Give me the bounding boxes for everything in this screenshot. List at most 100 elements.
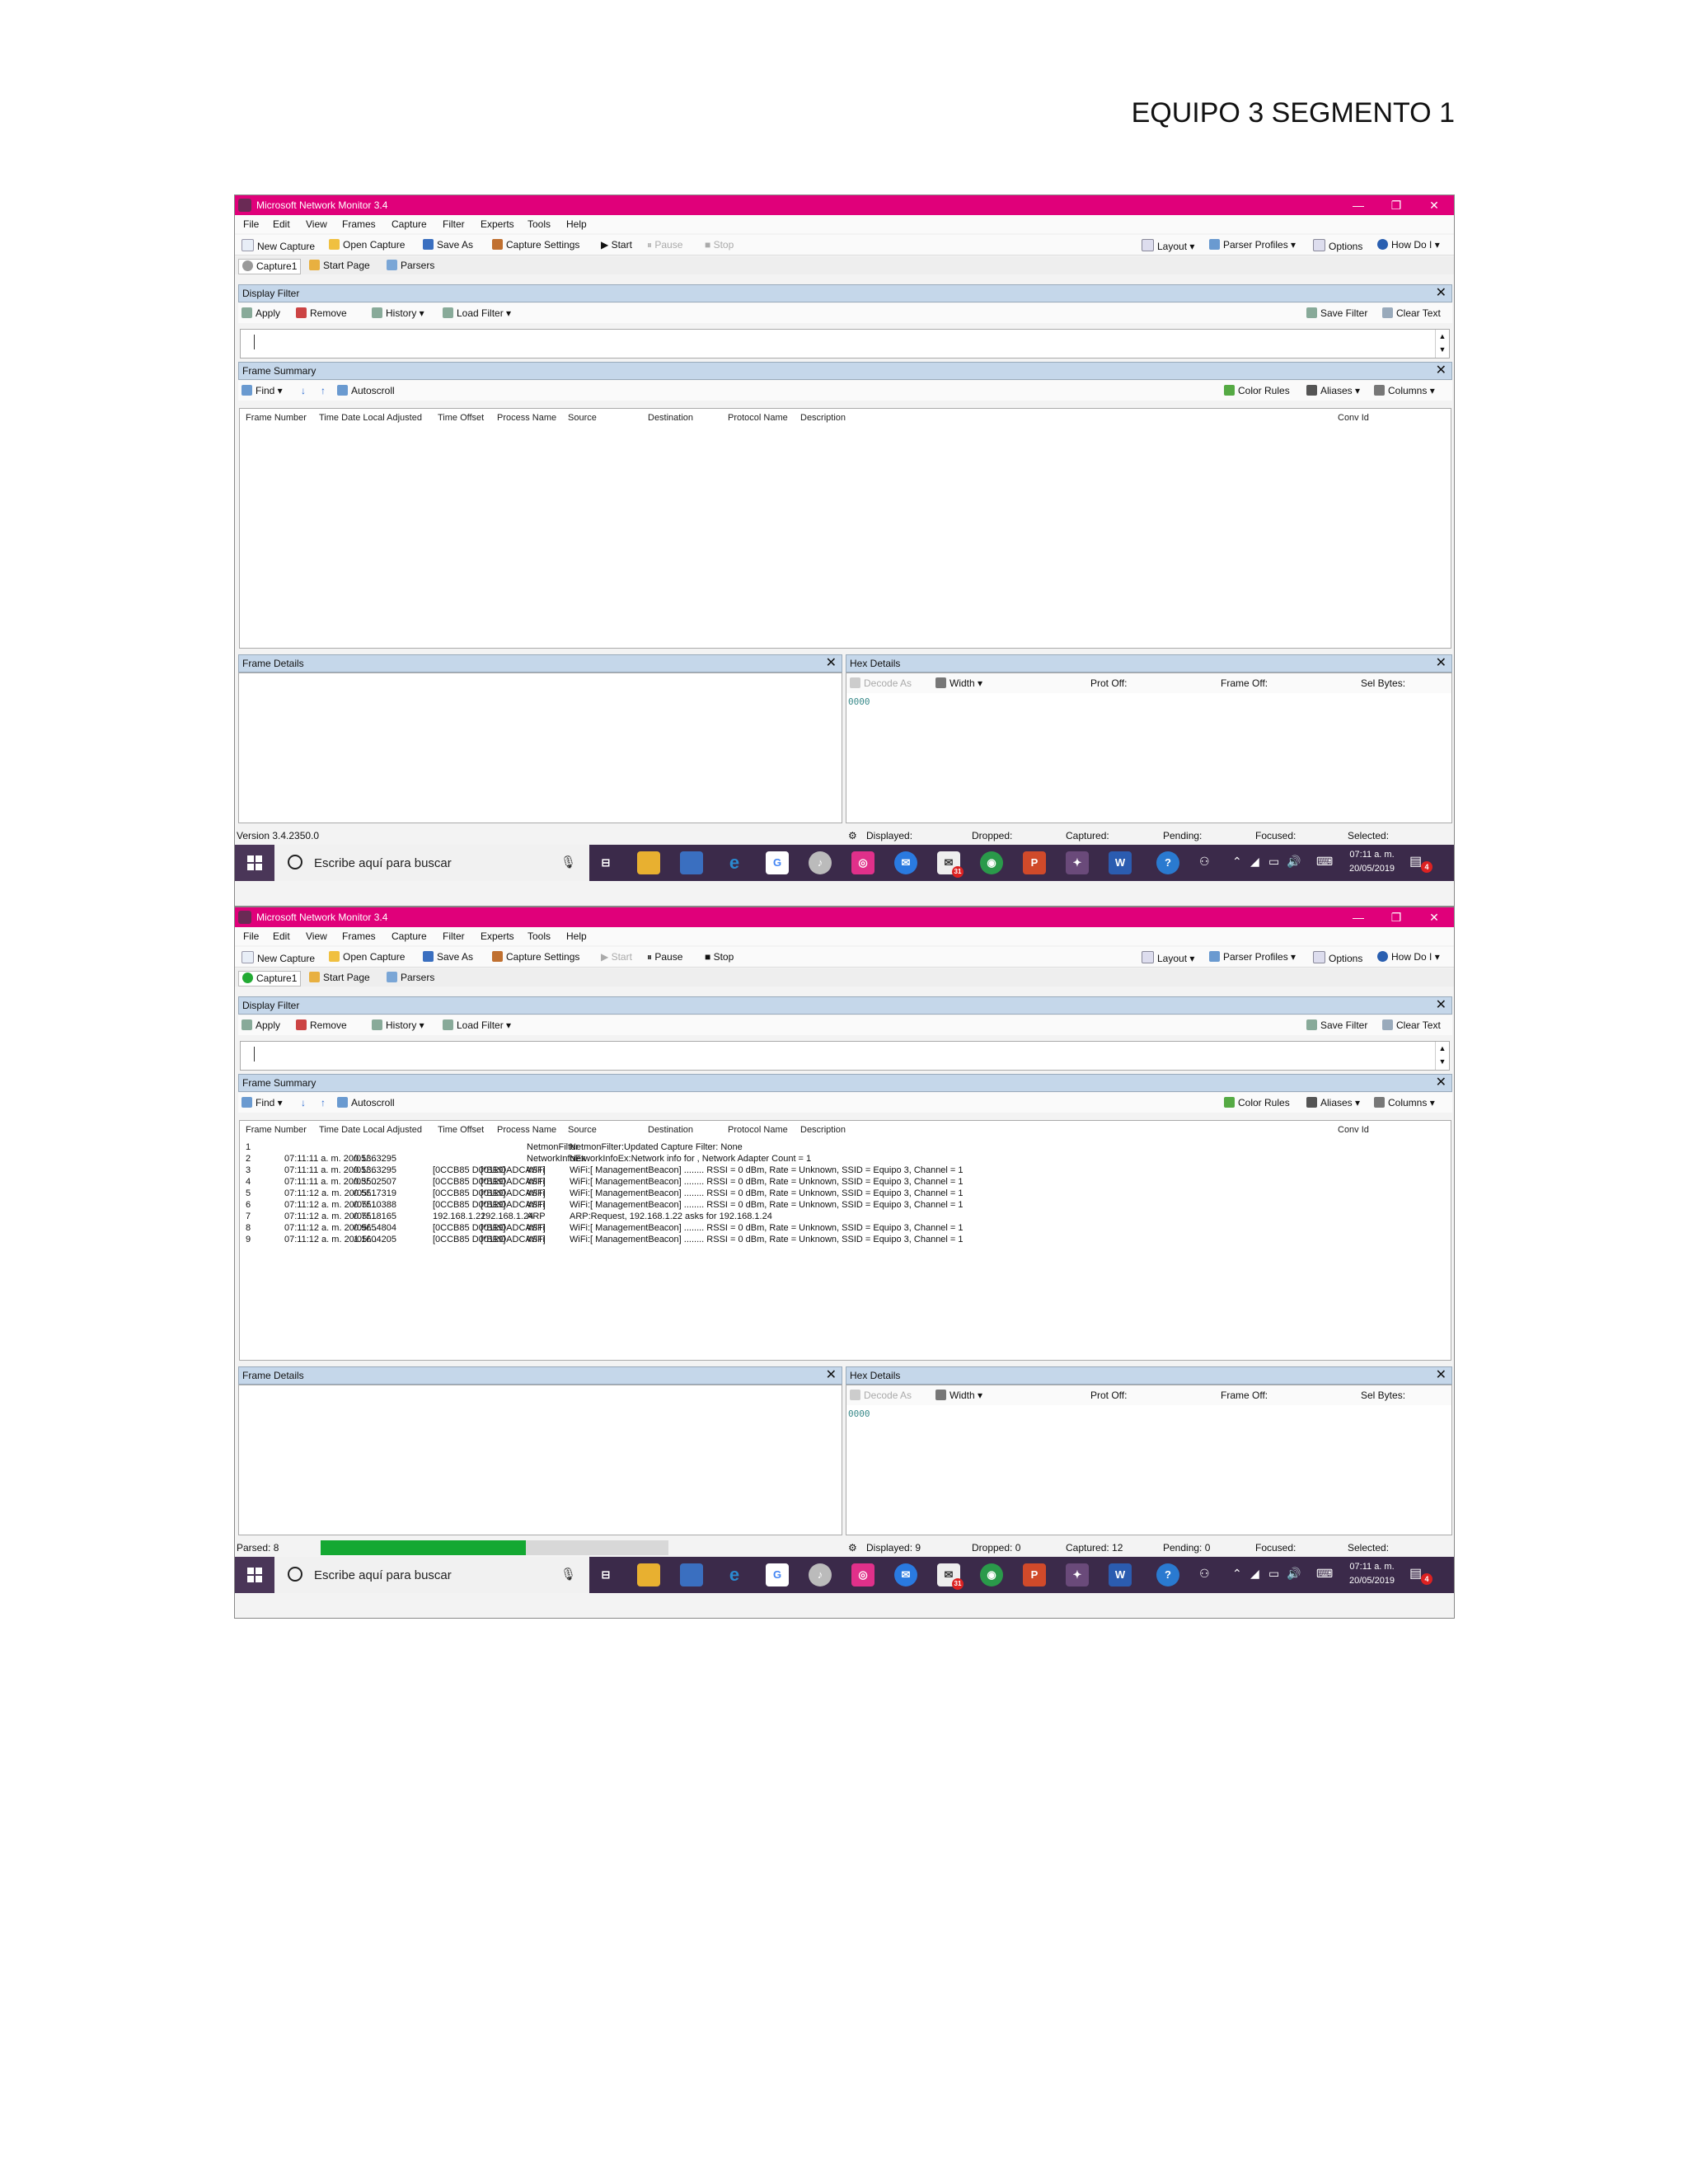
pause-button[interactable]: ⏸ Pause xyxy=(647,239,682,251)
arrow-down-icon[interactable]: ↓ xyxy=(301,385,306,396)
arrow-down-icon[interactable]: ↓ xyxy=(301,1097,306,1108)
volume-icon[interactable]: 🔊 xyxy=(1287,855,1301,869)
menu-filter[interactable]: Filter xyxy=(443,930,465,942)
load-filter-button[interactable]: Load Filter ▾ xyxy=(443,1019,511,1031)
frame-details-pane[interactable] xyxy=(238,1385,842,1535)
tab-start-page[interactable]: Start Page xyxy=(306,971,373,985)
aliases-button[interactable]: Aliases ▾ xyxy=(1306,385,1360,396)
menu-edit[interactable]: Edit xyxy=(273,218,290,230)
network-monitor-taskbar-icon[interactable]: ✦ xyxy=(1066,1563,1089,1586)
frame-summary-grid[interactable]: Frame Number Time Date Local Adjusted Ti… xyxy=(239,1120,1451,1361)
aliases-button[interactable]: Aliases ▾ xyxy=(1306,1097,1360,1108)
display-filter-input[interactable]: ▲ ▼ xyxy=(240,1041,1450,1071)
filter-scrollbar[interactable]: ▲ ▼ xyxy=(1435,330,1449,358)
file-explorer-icon[interactable] xyxy=(637,851,660,874)
mail-icon[interactable]: ✉ 31 xyxy=(937,851,964,878)
remove-filter-button[interactable]: Remove xyxy=(296,1019,347,1031)
display-filter-input[interactable]: ▲ ▼ xyxy=(240,329,1450,359)
new-capture-button[interactable]: New Capture xyxy=(241,951,315,964)
taskbar-clock[interactable]: 07:11 a. m. 20/05/2019 xyxy=(1349,1560,1395,1588)
start-button[interactable]: ▶ Start xyxy=(601,951,632,963)
menu-file[interactable]: File xyxy=(243,218,259,230)
table-row[interactable]: 8 07:11:12 a. m. 20/05/... 0.9654804 [0CCB8… xyxy=(240,1223,1451,1235)
apply-filter-button[interactable]: Apply xyxy=(241,1019,280,1031)
stop-button[interactable]: ■ Stop xyxy=(705,239,734,251)
keyboard-icon[interactable]: ⌨ xyxy=(1316,1567,1333,1581)
find-button[interactable]: Find ▾ xyxy=(241,1097,283,1108)
edge-icon[interactable]: e xyxy=(723,851,746,874)
frame-details-pane[interactable] xyxy=(238,673,842,823)
close-button[interactable]: ✕ xyxy=(1415,907,1453,927)
microphone-icon[interactable]: 🎙 xyxy=(560,855,576,869)
hex-details-pane[interactable]: Decode As Width ▾ Prot Off: Frame Off: S… xyxy=(846,673,1452,823)
columns-button[interactable]: Columns ▾ xyxy=(1374,1097,1435,1108)
close-icon[interactable]: ✕ xyxy=(1436,655,1447,672)
column-header[interactable]: Protocol Name xyxy=(728,1125,788,1135)
people-icon[interactable]: ⚇ xyxy=(1199,1567,1210,1581)
close-icon[interactable]: ✕ xyxy=(826,655,837,672)
menu-capture[interactable]: Capture xyxy=(392,930,427,942)
mail-icon[interactable]: ✉ 31 xyxy=(937,1563,964,1590)
restore-button[interactable]: ❐ xyxy=(1377,907,1415,927)
parser-profiles-button[interactable]: Parser Profiles ▾ xyxy=(1209,951,1296,963)
instagram-icon[interactable]: ◎ xyxy=(851,851,874,874)
task-view-icon[interactable]: ⊟ xyxy=(594,1563,617,1586)
messenger-icon[interactable]: ✉ xyxy=(894,1563,917,1586)
column-header[interactable]: Process Name xyxy=(497,1125,556,1135)
start-button[interactable]: ▶ Start xyxy=(601,239,632,251)
column-header[interactable]: Description xyxy=(800,1125,846,1135)
arrow-up-icon[interactable]: ↑ xyxy=(321,1097,326,1108)
table-row[interactable]: 1 NetmonFilter NetmonFilter:Updated Captur… xyxy=(240,1142,1451,1154)
chrome-icon[interactable]: ◉ xyxy=(980,1563,1003,1586)
network-monitor-taskbar-icon[interactable]: ✦ xyxy=(1066,851,1089,874)
menu-tools[interactable]: Tools xyxy=(528,930,551,942)
restore-button[interactable]: ❐ xyxy=(1377,195,1415,215)
save-filter-button[interactable]: Save Filter xyxy=(1306,307,1367,319)
table-row[interactable]: 2 07:11:11 a. m. 20/05/... 0.1363295 Networ… xyxy=(240,1154,1451,1165)
word-icon[interactable]: W xyxy=(1109,851,1132,874)
taskbar-clock[interactable]: 07:11 a. m. 20/05/2019 xyxy=(1349,848,1395,876)
decode-as-button[interactable]: Decode As xyxy=(850,1390,912,1401)
menu-help[interactable]: Help xyxy=(566,930,587,942)
menu-help[interactable]: Help xyxy=(566,218,587,230)
column-header[interactable]: Time Date Local Adjusted xyxy=(319,413,422,423)
task-view-icon[interactable]: ⊟ xyxy=(594,851,617,874)
table-row[interactable]: 5 07:11:12 a. m. 20/05/... 0.5517319 [0CCB8… xyxy=(240,1188,1451,1200)
column-header[interactable]: Time Offset xyxy=(438,1125,484,1135)
column-header[interactable]: Process Name xyxy=(497,413,556,423)
minimize-button[interactable]: — xyxy=(1339,907,1377,927)
filter-history-button[interactable]: History ▾ xyxy=(372,1019,424,1031)
frame-summary-grid[interactable]: Frame Number Time Date Local Adjusted Ti… xyxy=(239,408,1451,649)
tab-start-page[interactable]: Start Page xyxy=(306,259,373,273)
menu-experts[interactable]: Experts xyxy=(481,218,514,230)
chevron-up-icon[interactable]: ⌃ xyxy=(1232,1567,1242,1581)
menu-capture[interactable]: Capture xyxy=(392,218,427,230)
autoscroll-button[interactable]: Autoscroll xyxy=(337,1097,395,1108)
close-icon[interactable]: ✕ xyxy=(1436,285,1447,302)
options-button[interactable]: Options xyxy=(1313,239,1362,252)
autoscroll-button[interactable]: Autoscroll xyxy=(337,385,395,396)
people-icon[interactable]: ⚇ xyxy=(1199,855,1210,869)
store-icon[interactable] xyxy=(680,1563,703,1586)
save-as-button[interactable]: Save As xyxy=(423,951,473,963)
chevron-up-icon[interactable]: ⌃ xyxy=(1232,855,1242,869)
table-row[interactable]: 4 07:11:11 a. m. 20/05/... 0.3502507 [0CCB8… xyxy=(240,1177,1451,1188)
column-header[interactable]: Conv Id xyxy=(1338,413,1369,423)
column-header[interactable]: Frame Number xyxy=(246,413,307,423)
options-button[interactable]: Options xyxy=(1313,951,1362,964)
windows-start-button[interactable] xyxy=(235,845,274,881)
battery-icon[interactable]: ▭ xyxy=(1268,855,1279,869)
decode-as-button[interactable]: Decode As xyxy=(850,677,912,689)
action-center-icon[interactable]: ▤ 4 xyxy=(1409,853,1432,873)
menu-frames[interactable]: Frames xyxy=(342,930,376,942)
save-as-button[interactable]: Save As xyxy=(423,239,473,251)
chrome-icon[interactable]: ◉ xyxy=(980,851,1003,874)
width-button[interactable]: Width ▾ xyxy=(935,677,982,689)
word-icon[interactable]: W xyxy=(1109,1563,1132,1586)
capture-settings-button[interactable]: Capture Settings xyxy=(492,951,579,963)
open-capture-button[interactable]: Open Capture xyxy=(329,239,405,251)
stop-button[interactable]: ■ Stop xyxy=(705,951,734,963)
color-rules-button[interactable]: Color Rules xyxy=(1224,385,1290,396)
column-header[interactable]: Description xyxy=(800,413,846,423)
filter-history-button[interactable]: History ▾ xyxy=(372,307,424,319)
